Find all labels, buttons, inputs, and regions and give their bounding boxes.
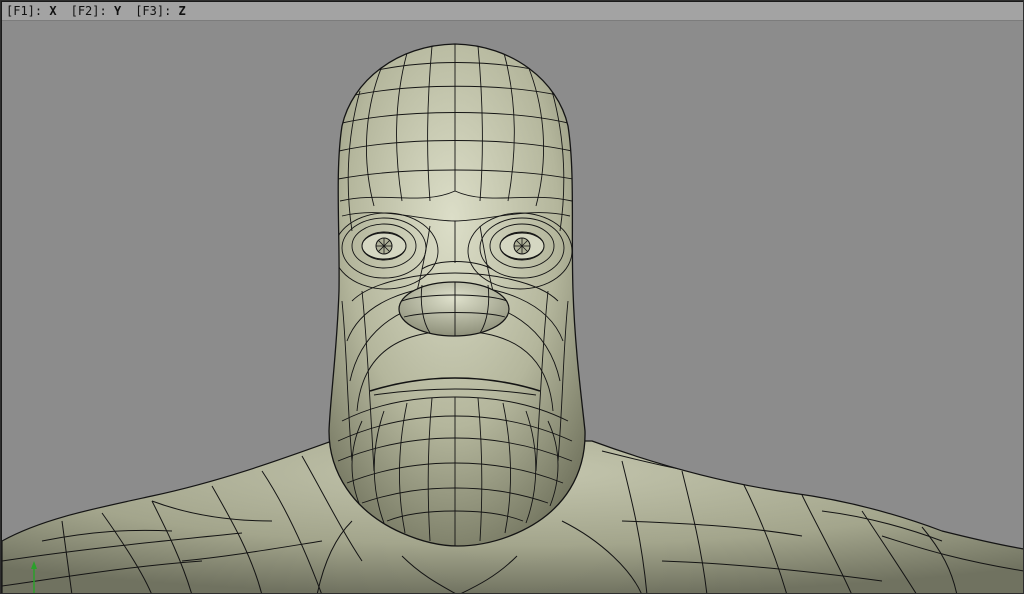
right-eye [499, 232, 545, 260]
viewport-header: [F1]: X [F2]: Y [F3]: Z [2, 2, 1023, 21]
y-axis-arrow-icon [31, 561, 37, 569]
axis-gizmo-icon [31, 561, 37, 593]
axis-key-x[interactable]: [F1]: X [6, 4, 57, 18]
character-mesh[interactable] [2, 21, 1024, 594]
axis-key-y[interactable]: [F2]: Y [71, 4, 122, 18]
left-eye [361, 232, 407, 260]
3d-viewport[interactable] [2, 21, 1024, 594]
axis-key-z[interactable]: [F3]: Z [135, 4, 186, 18]
viewport-frame[interactable]: [F1]: X [F2]: Y [F3]: Z [0, 0, 1024, 594]
